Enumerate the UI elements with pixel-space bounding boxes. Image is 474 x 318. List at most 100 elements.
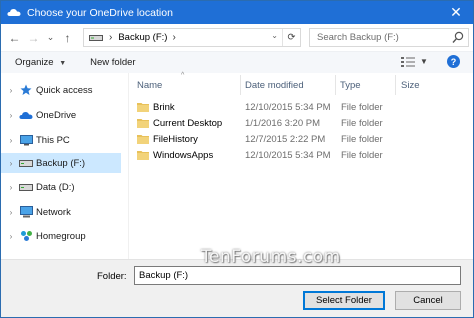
command-bar: Organize ▼ New folder ▼ ?: [1, 51, 473, 73]
up-arrow-icon: ↑: [64, 30, 71, 45]
file-type: File folder: [341, 101, 383, 113]
new-folder-button[interactable]: New folder: [90, 57, 135, 68]
organize-button[interactable]: Organize ▼: [15, 57, 66, 68]
folder-input[interactable]: Backup (F:): [134, 266, 461, 285]
folder-label: Folder:: [97, 271, 127, 282]
nav-item-quick-access[interactable]: › Quick access: [1, 80, 121, 100]
forward-button[interactable]: →: [26, 29, 41, 47]
file-name: WindowsApps: [153, 149, 214, 161]
close-icon: ✕: [450, 4, 462, 20]
nav-label: This PC: [36, 134, 70, 146]
view-options-icon[interactable]: [401, 56, 415, 68]
nav-item-onedrive[interactable]: › OneDrive: [1, 105, 121, 125]
help-button[interactable]: ?: [447, 55, 460, 68]
column-header-name[interactable]: Name: [137, 80, 162, 91]
drive-icon: [89, 34, 103, 41]
folder-icon: [137, 151, 149, 160]
file-date: 1/1/2016 3:20 PM: [245, 117, 320, 129]
footer-panel: Folder: Backup (F:) Select Folder Cancel: [1, 259, 473, 317]
file-row[interactable]: Brink 12/10/2015 5:34 PM File folder: [137, 99, 383, 115]
folder-icon: [137, 103, 149, 112]
file-type: File folder: [341, 117, 383, 129]
file-type: File folder: [341, 149, 383, 161]
folder-input-value: Backup (F:): [139, 270, 189, 281]
homegroup-icon: [19, 230, 33, 242]
back-button[interactable]: ←: [7, 29, 22, 47]
up-button[interactable]: ↑: [60, 29, 75, 47]
file-row[interactable]: WindowsApps 12/10/2015 5:34 PM File fold…: [137, 147, 383, 163]
nav-label: Homegroup: [36, 230, 86, 242]
nav-item-this-pc[interactable]: › This PC: [1, 130, 121, 150]
file-name: Current Desktop: [153, 117, 223, 129]
breadcrumb-chevron: ›: [109, 32, 113, 43]
file-name: FileHistory: [153, 133, 198, 145]
file-date: 12/7/2015 2:22 PM: [245, 133, 326, 145]
column-divider[interactable]: [240, 75, 241, 95]
close-button[interactable]: ✕: [439, 1, 473, 24]
nav-label: Backup (F:): [36, 157, 86, 169]
view-dropdown-icon[interactable]: ▼: [420, 57, 428, 66]
drive-icon: [19, 181, 33, 193]
computer-icon: [19, 134, 33, 146]
column-header-type[interactable]: Type: [340, 80, 361, 91]
nav-label: OneDrive: [36, 109, 77, 121]
dialog-window: Choose your OneDrive location ✕ ← → ⌄ ↑ …: [0, 0, 474, 318]
back-arrow-icon: ←: [8, 30, 21, 45]
file-date: 12/10/2015 5:34 PM: [245, 149, 331, 161]
file-row[interactable]: Current Desktop 1/1/2016 3:20 PM File fo…: [137, 115, 383, 131]
address-row: ← → ⌄ ↑ › Backup (F:) › ⌄ ⟳ Search Backu…: [1, 24, 473, 51]
column-divider[interactable]: [335, 75, 336, 95]
expand-icon[interactable]: ›: [3, 183, 19, 192]
file-date: 12/10/2015 5:34 PM: [245, 101, 331, 113]
column-headers: ^ Name Date modified Type Size: [129, 72, 473, 97]
expand-icon[interactable]: ›: [3, 86, 19, 95]
column-header-size[interactable]: Size: [401, 80, 419, 91]
nav-item-data-drive[interactable]: › Data (D:): [1, 177, 121, 197]
expand-icon[interactable]: ›: [3, 111, 19, 120]
nav-item-homegroup[interactable]: › Homegroup: [1, 226, 121, 246]
nav-label: Network: [36, 206, 71, 218]
folder-icon: [137, 119, 149, 128]
expand-icon[interactable]: ›: [3, 232, 19, 241]
file-type: File folder: [341, 133, 383, 145]
folder-icon: [137, 135, 149, 144]
column-divider[interactable]: [395, 75, 396, 95]
address-dropdown-icon[interactable]: ⌄: [271, 31, 278, 40]
star-icon: [19, 84, 33, 96]
expand-icon[interactable]: ›: [3, 159, 19, 168]
search-input[interactable]: Search Backup (F:): [309, 28, 469, 47]
chevron-down-icon: ▼: [59, 60, 67, 67]
onedrive-icon: [7, 9, 21, 16]
expand-icon[interactable]: ›: [3, 136, 19, 145]
address-bar[interactable]: › Backup (F:) › ⌄ ⟳: [83, 28, 301, 47]
cloud-icon: [19, 109, 33, 121]
title-bar: Choose your OneDrive location ✕: [1, 1, 473, 24]
breadcrumb-backup-drive[interactable]: Backup (F:): [118, 32, 167, 43]
nav-label: Data (D:): [36, 181, 75, 193]
refresh-button[interactable]: ⟳: [282, 29, 300, 46]
nav-label: Quick access: [36, 84, 93, 96]
file-list: ^ Name Date modified Type Size Brink 12/…: [129, 72, 473, 259]
network-icon: [19, 206, 33, 218]
breadcrumb-chevron: ›: [172, 32, 176, 43]
nav-item-backup-drive[interactable]: › Backup (F:): [1, 153, 121, 173]
expand-icon[interactable]: ›: [3, 208, 19, 217]
navigation-pane: › Quick access › OneDrive › This PC › Ba…: [1, 73, 129, 259]
cancel-button[interactable]: Cancel: [395, 291, 461, 310]
select-folder-button[interactable]: Select Folder: [303, 291, 385, 310]
search-placeholder: Search Backup (F:): [317, 32, 399, 43]
forward-arrow-icon: →: [27, 30, 40, 45]
search-icon: [452, 31, 464, 43]
file-row[interactable]: FileHistory 12/7/2015 2:22 PM File folde…: [137, 131, 383, 147]
column-header-date[interactable]: Date modified: [245, 80, 304, 91]
file-name: Brink: [153, 101, 175, 113]
recent-locations-button[interactable]: ⌄: [43, 29, 58, 47]
organize-label: Organize: [15, 57, 54, 68]
drive-icon: [19, 157, 33, 169]
chevron-down-icon: ⌄: [46, 32, 55, 42]
sort-ascending-icon: ^: [181, 72, 185, 79]
nav-item-network[interactable]: › Network: [1, 202, 121, 222]
refresh-icon: ⟳: [287, 32, 296, 43]
watermark-text: TenForums.com: [201, 247, 341, 267]
window-title: Choose your OneDrive location: [27, 6, 173, 19]
